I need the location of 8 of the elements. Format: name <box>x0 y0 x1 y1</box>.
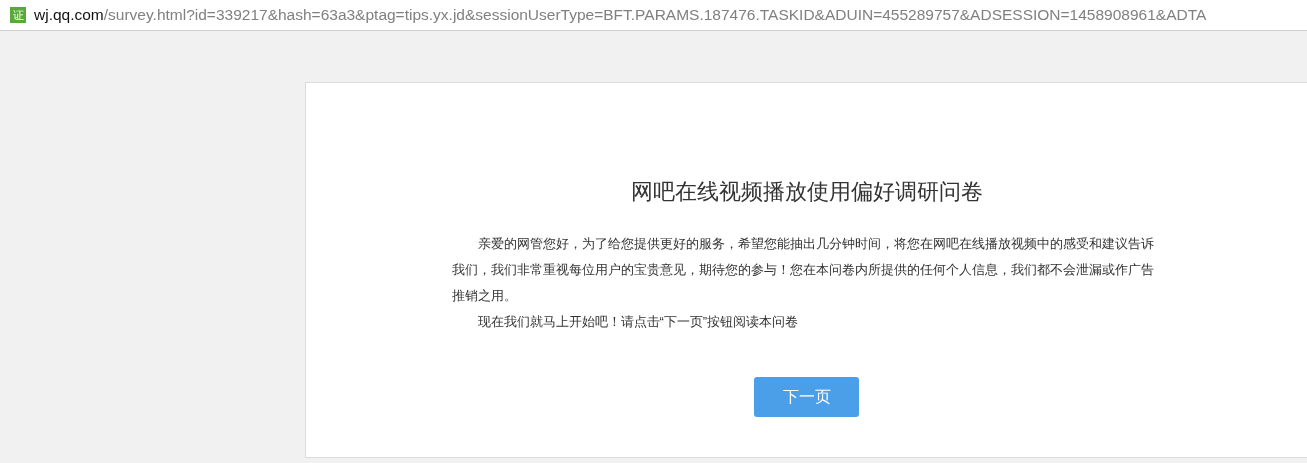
address-bar[interactable]: 证 wj.qq.com/survey.html?id=339217&hash=63a3&ptag=tips.yx.jd&sessionUserType=BFT.PARAMS.187476.TASKID&ADUIN=455289757&ADSESSION=1458908961&ADTA <box>0 0 1307 31</box>
url-host: wj.qq.com <box>34 6 104 24</box>
intro-paragraph: 亲爱的网管您好，为了给您提供更好的服务，希望您能抽出几分钟时间，将您在网吧在线播放视频中的感受和建议告诉我们，我们非常重视每位用户的宝贵意见，期待您的参与！您在本问卷内所提供的任何个人信息，我们都不会泄漏或作广告推销之用。 <box>451 235 1155 305</box>
next-page-button[interactable]: 下一页 <box>754 377 859 417</box>
url-path: /survey.html?id=339217&hash=63a3&ptag=tips.yx.jd&sessionUserType=BFT.PARAMS.187476.TASKID&ADUIN=455289757&ADSESSION=1458908961&ADTA <box>103 6 1207 24</box>
certificate-badge[interactable]: 证 <box>10 7 26 23</box>
survey-title: 网吧在线视频播放使用偏好调研问卷 <box>630 178 983 206</box>
intro-paragraph: 现在我们就马上开始吧！请点击“下一页”按钮阅读本问卷 <box>476 313 800 331</box>
